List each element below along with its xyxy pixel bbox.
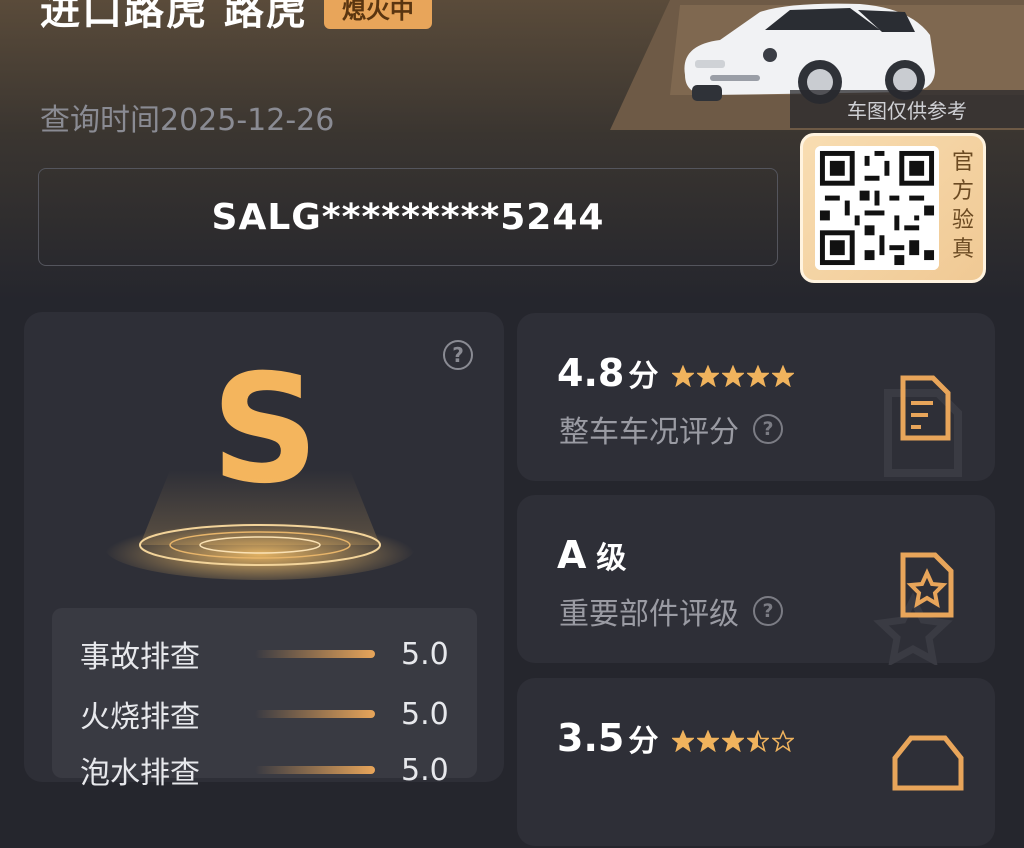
card-value: 4.8 [557,351,625,395]
star-rating [672,365,797,387]
card-label: 整车车况评分 [559,415,739,450]
vin-text: SALG*********5244 [211,196,605,238]
star-icon [697,365,720,387]
grade-pedestal-glow [105,470,415,580]
score-label: 泡水排查 [80,756,200,791]
star-rating [672,730,797,752]
car-front-icon [892,735,964,791]
score-value: 5.0 [401,752,449,788]
key-parts-grade-card[interactable]: A 级 重要部件评级 ? [517,495,995,665]
card-unit: 分 [628,724,659,759]
page-title: 进口路虎 路虎 [40,0,308,34]
vehicle-condition-score-card[interactable]: 4.8 分 整车车况评分 ? [517,313,995,481]
star-icon [722,730,745,752]
score-label: 事故排查 [80,640,200,675]
star-icon [697,730,720,752]
official-verify-label: 官 方 验 真 [951,150,974,262]
card-unit: 级 [596,541,627,576]
score-value: 5.0 [401,636,449,672]
car-image-note: 车图仅供参考 [790,90,1024,128]
card-unit: 分 [628,359,659,394]
third-score-card[interactable]: 3.5 分 [517,678,995,846]
score-row-water: 泡水排查 5.0 [80,750,449,792]
query-time: 查询时间2025-12-26 [40,103,335,138]
card-label: 重要部件评级 [559,597,739,632]
official-verify-card[interactable]: 官 方 验 真 [800,133,986,283]
score-bar [255,710,375,718]
help-icon[interactable]: ? [753,596,783,626]
score-row-accident: 事故排查 5.0 [80,634,449,676]
star-file-icon [873,552,954,665]
star-icon [672,365,695,387]
score-bar [255,766,375,774]
star-icon [747,730,770,752]
star-icon [722,365,745,387]
score-value: 5.0 [401,696,449,732]
star-icon [672,730,695,752]
help-icon[interactable]: ? [753,414,783,444]
score-bar [255,650,375,658]
qr-code [815,146,939,270]
star-icon [747,365,770,387]
score-row-fire: 火烧排查 5.0 [80,694,449,736]
card-value: A [557,533,587,577]
title-row: 进口路虎 路虎 熄火中 [40,0,432,36]
grade-help-icon[interactable]: ? [443,340,473,370]
star-icon [772,365,795,387]
status-badge: 熄火中 [323,0,432,29]
vin-box[interactable]: SALG*********5244 [38,168,778,266]
score-label: 火烧排查 [80,700,200,735]
document-edit-icon [884,375,962,477]
card-value: 3.5 [557,716,625,760]
star-icon [772,730,795,752]
